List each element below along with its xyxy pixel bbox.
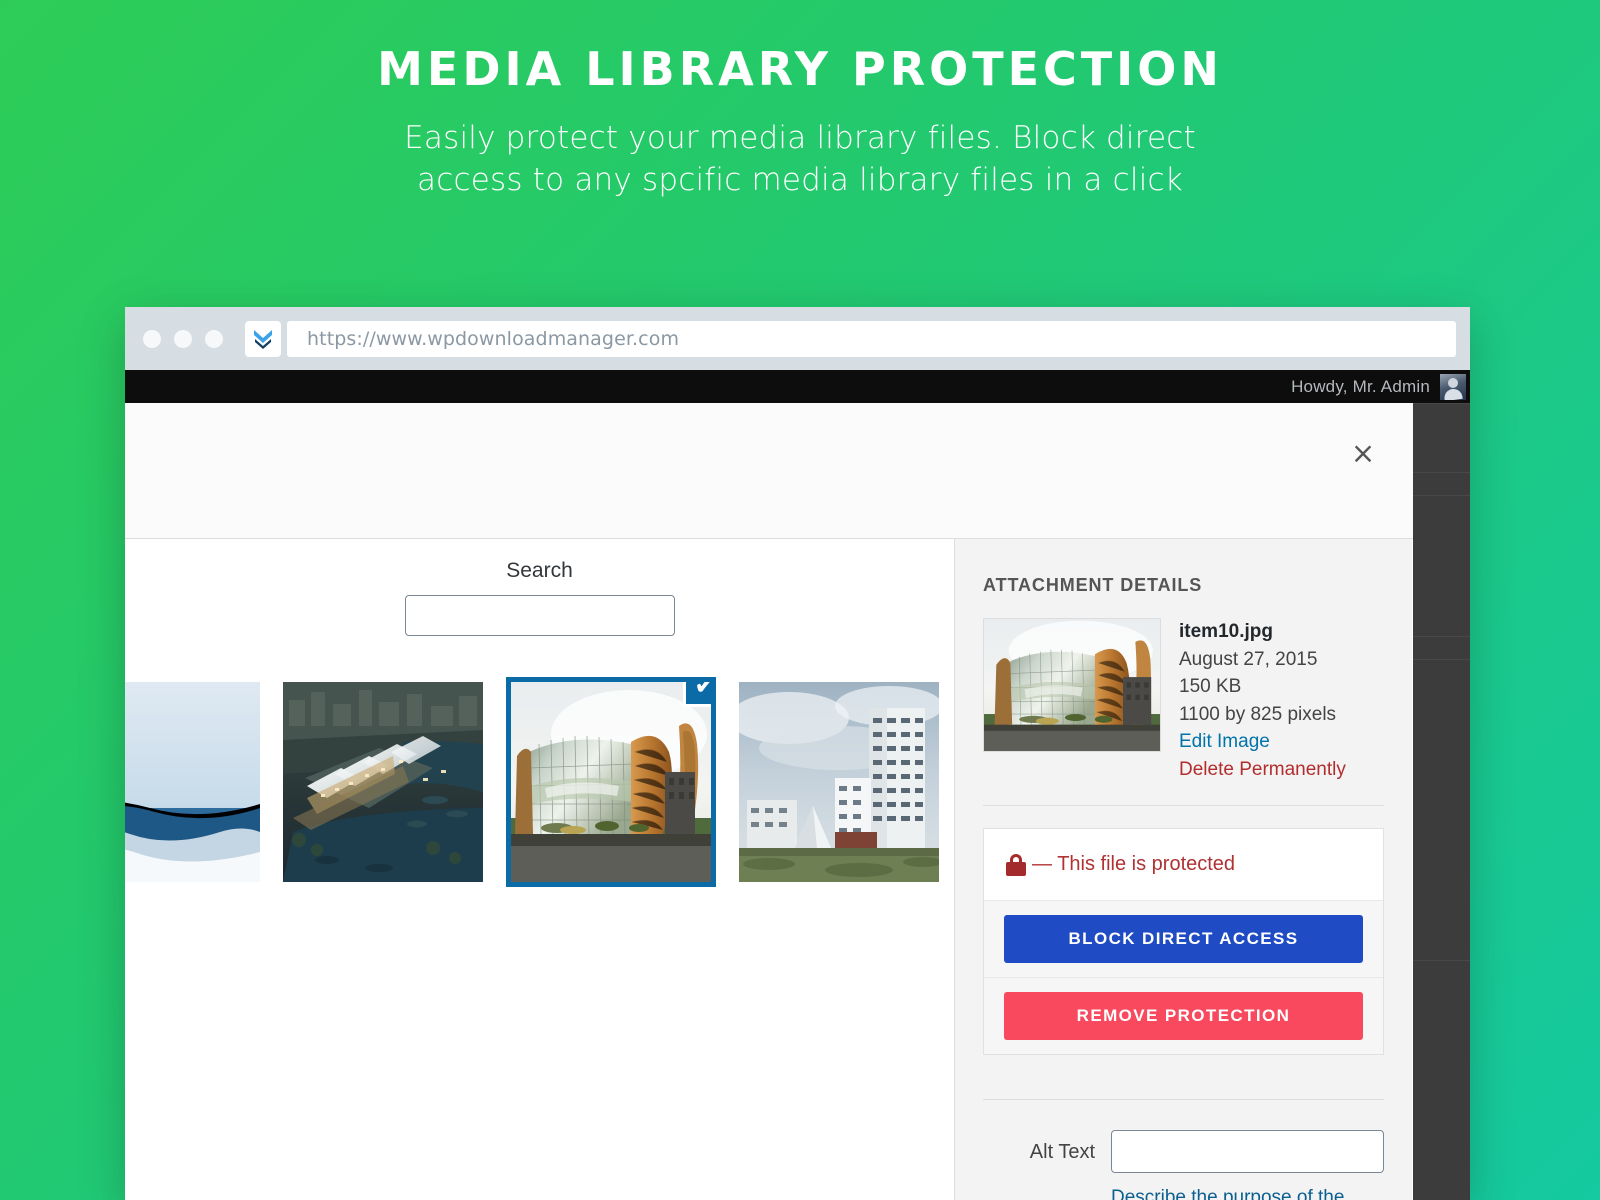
remove-protection-row: REMOVE PROTECTION <box>984 977 1383 1055</box>
alt-text-input[interactable] <box>1111 1130 1384 1174</box>
lock-icon <box>1006 853 1026 876</box>
howdy-greeting[interactable]: Howdy, Mr. Admin <box>1291 377 1440 397</box>
attachments-browser: Search ✔ <box>125 539 955 1200</box>
window-controls <box>143 329 223 348</box>
hero-subtitle-line-1: Easily protect your media library files.… <box>404 119 1196 156</box>
avatar[interactable] <box>1440 373 1466 400</box>
remove-protection-button[interactable]: REMOVE PROTECTION <box>1004 992 1363 1041</box>
close-icon[interactable]: × <box>1341 431 1385 475</box>
protection-status-label: — This file is protected <box>1032 853 1236 876</box>
media-modal-header: × <box>125 403 1413 539</box>
hero-subtitle: Easily protect your media library files.… <box>400 95 1200 201</box>
browser-toolbar: https://www.wpdownloadmanager.com <box>125 307 1470 370</box>
maximize-window-button[interactable] <box>205 329 223 348</box>
delete-permanently-link[interactable]: Delete Permanently <box>1179 756 1346 784</box>
admin-page-backdrop: × Search ✔ ATTACHMENT DETAILS item10.jpg… <box>125 403 1470 1200</box>
attachment-date: August 27, 2015 <box>1179 648 1318 670</box>
waterfront-complex-thumbnail[interactable] <box>283 682 483 882</box>
media-modal-body: Search ✔ ATTACHMENT DETAILS item10.jpg A… <box>125 539 1413 1200</box>
hero-subtitle-line-2: access to any spcific media library file… <box>417 161 1183 198</box>
media-modal: × Search ✔ ATTACHMENT DETAILS item10.jpg… <box>125 403 1413 1200</box>
address-bar-url: https://www.wpdownloadmanager.com <box>307 327 680 350</box>
white-tower-thumbnail[interactable] <box>739 682 939 882</box>
attachment-filesize: 150 KB <box>1179 676 1242 698</box>
attachment-details-row: item10.jpg August 27, 2015 150 KB 1100 b… <box>983 618 1384 783</box>
block-direct-access-button[interactable]: BLOCK DIRECT ACCESS <box>1004 915 1363 964</box>
wpdm-chevron-icon <box>245 320 281 357</box>
selected-checkmark-icon[interactable]: ✔ <box>683 682 711 707</box>
attachment-grid: ✔ <box>125 677 954 887</box>
search-input[interactable] <box>404 595 675 636</box>
sailboat-thumbnail[interactable] <box>125 682 260 882</box>
search-area: Search <box>125 539 954 636</box>
sidebar-divider <box>983 805 1384 807</box>
alt-text-divider <box>983 1099 1384 1101</box>
alt-text-field-wrap: Describe the purpose of the <box>1111 1130 1384 1200</box>
attachment-dimensions: 1100 by 825 pixels <box>1179 703 1337 725</box>
block-access-row: BLOCK DIRECT ACCESS <box>984 900 1383 978</box>
attachment-preview-thumbnail[interactable] <box>983 618 1161 752</box>
protection-status: — This file is protected <box>984 829 1383 900</box>
protection-card: — This file is protected BLOCK DIRECT AC… <box>983 828 1384 1056</box>
address-bar[interactable]: https://www.wpdownloadmanager.com <box>287 320 1456 357</box>
hero-section: MEDIA LIBRARY PROTECTION Easily protect … <box>0 0 1600 201</box>
minimize-window-button[interactable] <box>174 329 192 348</box>
attachment-details-sidebar: ATTACHMENT DETAILS item10.jpg August 27,… <box>955 539 1412 1200</box>
page-title: MEDIA LIBRARY PROTECTION <box>377 42 1223 96</box>
edit-image-link[interactable]: Edit Image <box>1179 728 1346 756</box>
attachment-meta: item10.jpg August 27, 2015 150 KB 1100 b… <box>1179 618 1346 783</box>
attachment-filename: item10.jpg <box>1179 621 1273 642</box>
alt-text-label: Alt Text <box>1029 1141 1095 1164</box>
search-label: Search <box>506 559 573 582</box>
wp-admin-bar: Howdy, Mr. Admin <box>125 370 1470 403</box>
close-window-button[interactable] <box>143 329 161 348</box>
browser-window: https://www.wpdownloadmanager.com Howdy,… <box>125 307 1470 1200</box>
alt-text-row: Alt Text Describe the purpose of the <box>983 1130 1384 1200</box>
alt-text-help-link[interactable]: Describe the purpose of the <box>1111 1185 1384 1200</box>
glass-building-thumbnail[interactable]: ✔ <box>506 677 716 887</box>
attachment-details-heading: ATTACHMENT DETAILS <box>983 575 1203 595</box>
